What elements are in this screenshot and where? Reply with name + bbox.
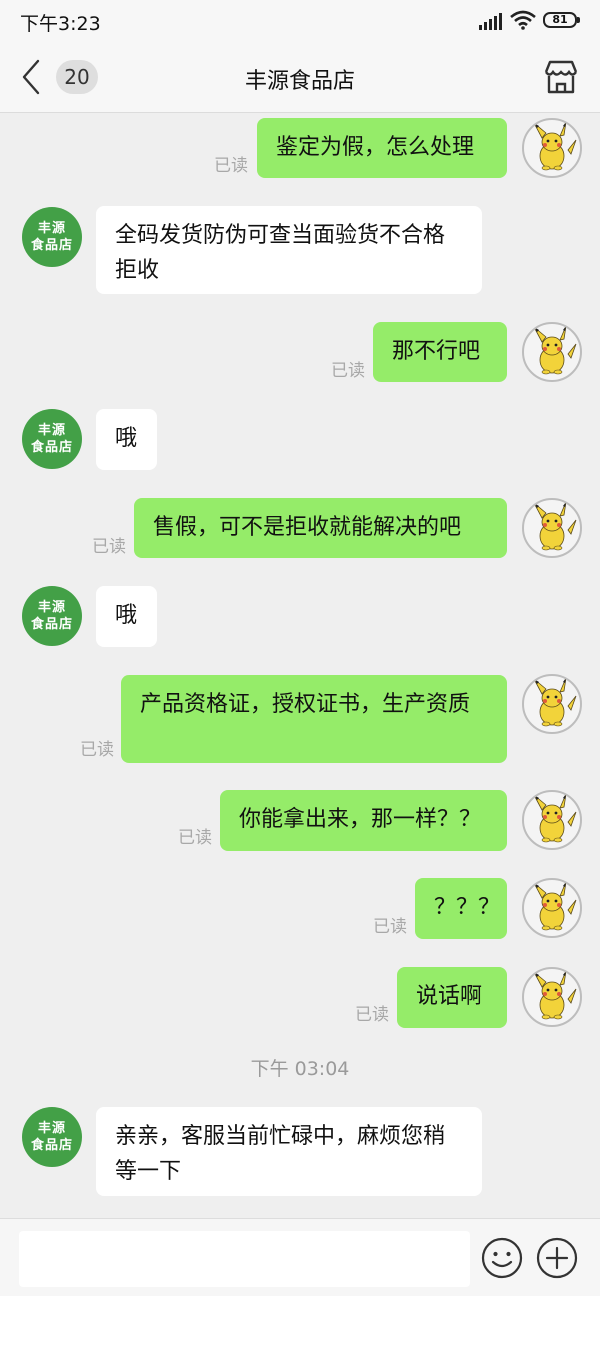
shop-avatar-text-1: 丰源 xyxy=(37,600,66,615)
read-receipt: 已读 xyxy=(355,1005,389,1025)
shop-avatar[interactable]: 丰源 食品店 xyxy=(22,207,82,267)
shop-avatar[interactable]: 丰源 食品店 xyxy=(22,1107,82,1167)
nav-bar: 20 丰源食品店 xyxy=(0,44,600,113)
shop-avatar-text-2: 食品店 xyxy=(30,617,73,632)
pikachu-avatar[interactable] xyxy=(522,790,582,850)
input-bar xyxy=(0,1218,600,1296)
message-bubble[interactable]: 哦 xyxy=(96,586,157,647)
message-row-me: 已读 ？？？ xyxy=(0,875,600,945)
battery-icon: 81 xyxy=(543,12,580,28)
plus-circle-icon[interactable] xyxy=(536,1237,578,1279)
message-row-shop: 丰源食品店 全码发货防伪可查当面验货不合格拒收 xyxy=(0,199,600,299)
message-bubble[interactable]: 哦 xyxy=(96,409,157,470)
pikachu-avatar[interactable] xyxy=(522,967,582,1027)
page-title: 丰源食品店 xyxy=(244,69,355,94)
status-time: 下午3:23 xyxy=(20,13,101,35)
shop-avatar-text-1: 丰源 xyxy=(37,1121,66,1136)
message-bubble[interactable]: 产品资格证，授权证书，生产资质 xyxy=(121,675,507,763)
message-bubble[interactable]: 你能拿出来，那一样？？ xyxy=(220,790,507,851)
message-list[interactable]: 已读 鉴定为假，怎么处理 丰源 食品店 全码发货防伪可查当面验货不合格拒收 已读 … xyxy=(0,113,600,1218)
chat-screen: 下午3:23 81 20 丰源食品店 已读 鉴定为假，怎么处理 丰源 食品店 全… xyxy=(0,0,600,1296)
read-receipt: 已读 xyxy=(331,361,365,381)
status-bar: 下午3:23 81 xyxy=(0,0,600,44)
read-receipt: 已读 xyxy=(178,828,212,848)
message-bubble[interactable]: 全码发货防伪可查当面验货不合格拒收 xyxy=(96,206,482,294)
read-receipt: 已读 xyxy=(80,740,114,760)
pikachu-avatar[interactable] xyxy=(522,878,582,938)
message-row-me: 已读 鉴定为假，怎么处理 xyxy=(0,113,600,183)
message-bubble[interactable]: 说话啊 xyxy=(397,967,507,1028)
read-receipt: 已读 xyxy=(214,156,248,176)
message-row-shop: 丰源食品店 哦 xyxy=(0,582,600,652)
message-row-me: 已读 售假，可不是拒收就能解决的吧 xyxy=(0,494,600,564)
message-bubble[interactable]: 那不行吧 xyxy=(373,322,507,382)
message-bubble[interactable]: 售假，可不是拒收就能解决的吧 xyxy=(134,498,507,558)
message-row-me: 已读 你能拿出来，那一样？？ xyxy=(0,787,600,857)
message-bubble[interactable]: 亲亲，客服当前忙碌中，麻烦您稍等一下 xyxy=(96,1107,482,1196)
shop-avatar-text-1: 丰源 xyxy=(37,423,66,438)
signal-icon xyxy=(479,12,503,30)
shop-avatar[interactable]: 丰源 食品店 xyxy=(22,409,82,469)
pikachu-avatar[interactable] xyxy=(522,118,582,178)
shop-avatar-text-1: 丰源 xyxy=(37,221,66,236)
shop-avatar[interactable]: 丰源 食品店 xyxy=(22,586,82,646)
read-receipt: 已读 xyxy=(92,537,126,557)
message-bubble[interactable]: ？？？ xyxy=(415,878,507,939)
message-row-me: 已读 说话啊 xyxy=(0,963,600,1033)
pikachu-avatar[interactable] xyxy=(522,322,582,382)
message-timestamp: 下午 03:04 xyxy=(250,1058,350,1080)
storefront-icon[interactable] xyxy=(542,58,580,96)
shop-avatar-text-2: 食品店 xyxy=(30,1138,73,1153)
shop-avatar-text-2: 食品店 xyxy=(30,238,73,253)
message-input[interactable] xyxy=(19,1231,470,1287)
message-row-me: 已读 那不行吧 xyxy=(0,318,600,388)
message-row-shop: 丰源食品店 亲亲，客服当前忙碌中，麻烦您稍等一下 xyxy=(0,1101,600,1201)
read-receipt: 已读 xyxy=(373,917,407,937)
message-row-me: 已读 产品资格证，授权证书，生产资质 xyxy=(0,671,600,771)
message-row-shop: 丰源食品店 哦 xyxy=(0,405,600,475)
message-bubble[interactable]: 鉴定为假，怎么处理 xyxy=(257,118,507,178)
shop-avatar-text-2: 食品店 xyxy=(30,440,73,455)
pikachu-avatar[interactable] xyxy=(522,498,582,558)
pikachu-avatar[interactable] xyxy=(522,674,582,734)
emoji-icon[interactable] xyxy=(481,1237,523,1279)
wifi-icon xyxy=(510,10,536,30)
